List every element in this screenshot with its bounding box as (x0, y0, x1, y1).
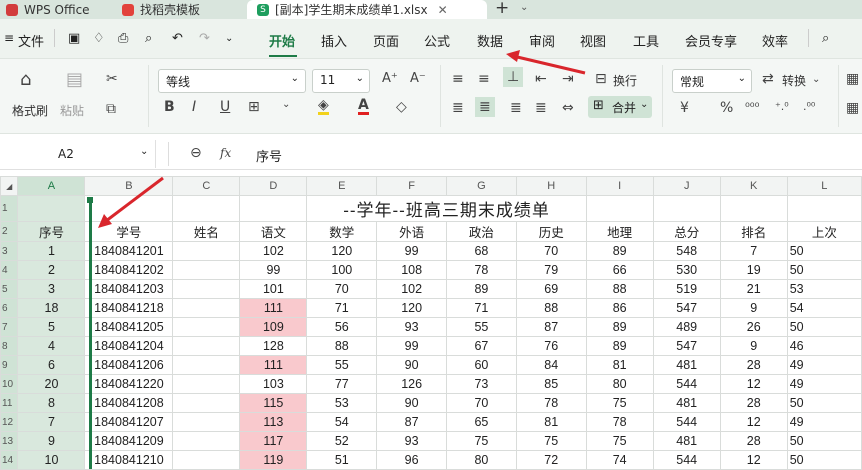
annotation-arrows (98, 50, 586, 228)
arrow-to-column-a (105, 176, 164, 223)
arrowhead (98, 214, 112, 228)
arrow-to-data-menu (512, 54, 586, 75)
arrowhead (506, 50, 520, 62)
